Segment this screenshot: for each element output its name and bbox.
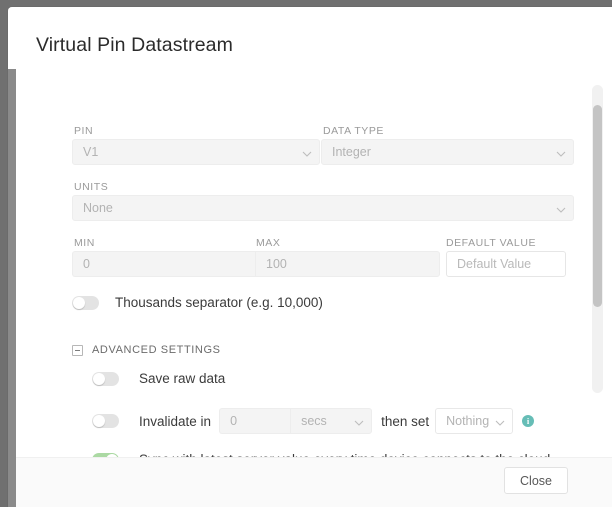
units-select[interactable]: None (72, 195, 574, 221)
thousands-separator-toggle[interactable] (72, 296, 99, 310)
dialog-header: Virtual Pin Datastream (8, 7, 612, 69)
save-raw-data-label: Save raw data (139, 371, 225, 386)
default-value-label: DEFAULT VALUE (446, 237, 536, 249)
min-value: 0 (83, 257, 90, 271)
max-input[interactable]: 100 (255, 251, 440, 277)
units-label: UNITS (74, 181, 108, 193)
toggle-knob (93, 373, 105, 385)
dialog-body: PIN DATA TYPE V1 Integer (8, 69, 612, 457)
then-set-select[interactable]: Nothing (435, 408, 513, 434)
min-max-input-group: 0 100 (72, 251, 440, 277)
dialog-title: Virtual Pin Datastream (36, 34, 233, 57)
data-type-label: DATA TYPE (323, 125, 384, 137)
chevron-down-icon (302, 149, 310, 157)
invalidate-in-toggle[interactable] (92, 414, 119, 428)
invalidate-unit-value: secs (301, 414, 327, 428)
info-circle-icon[interactable]: i (522, 415, 534, 427)
default-value-placeholder: Default Value (457, 257, 531, 271)
chevron-down-icon (495, 418, 503, 426)
pin-label: PIN (74, 125, 93, 137)
then-set-label: then set (381, 414, 429, 429)
row-invalidate-in: Invalidate in 0 secs then set (92, 408, 534, 434)
invalidate-amount-input[interactable]: 0 (219, 408, 290, 434)
advanced-settings-label: ADVANCED SETTINGS (92, 344, 221, 356)
chevron-down-icon (556, 149, 564, 157)
datastream-settings-dialog: Virtual Pin Datastream PIN DATA TYPE V1 (8, 7, 612, 507)
invalidate-input-group: 0 secs (219, 408, 372, 434)
pin-value: V1 (83, 145, 98, 159)
data-type-value: Integer (332, 145, 371, 159)
data-type-select[interactable]: Integer (321, 139, 574, 165)
invalidate-unit-select[interactable]: secs (290, 408, 372, 434)
thousands-separator-label: Thousands separator (e.g. 10,000) (115, 295, 323, 310)
default-value-input[interactable]: Default Value (446, 251, 566, 277)
toggle-knob (93, 415, 105, 427)
row-save-raw-data: Save raw data (92, 371, 225, 386)
then-set-value: Nothing (446, 414, 489, 428)
row-thousands-separator: Thousands separator (e.g. 10,000) (72, 295, 323, 310)
min-label: MIN (74, 237, 95, 249)
toggle-knob (73, 297, 85, 309)
units-value: None (83, 201, 113, 215)
dialog-scrollbar-track[interactable] (592, 85, 603, 393)
save-raw-data-toggle[interactable] (92, 372, 119, 386)
minus-box-icon (72, 345, 83, 356)
window-left-edge (8, 7, 16, 507)
advanced-settings-header[interactable]: ADVANCED SETTINGS (72, 344, 221, 356)
modal-overlay: Virtual Pin Datastream PIN DATA TYPE V1 (0, 0, 612, 500)
min-input[interactable]: 0 (72, 251, 255, 277)
invalidate-in-label: Invalidate in (139, 414, 211, 429)
close-button[interactable]: Close (504, 467, 568, 494)
invalidate-amount-value: 0 (230, 414, 237, 428)
dialog-scrollbar-thumb[interactable] (593, 105, 602, 307)
pin-select[interactable]: V1 (72, 139, 320, 165)
chevron-down-icon (354, 418, 362, 426)
chevron-down-icon (556, 205, 564, 213)
max-value: 100 (266, 257, 287, 271)
max-label: MAX (256, 237, 280, 249)
